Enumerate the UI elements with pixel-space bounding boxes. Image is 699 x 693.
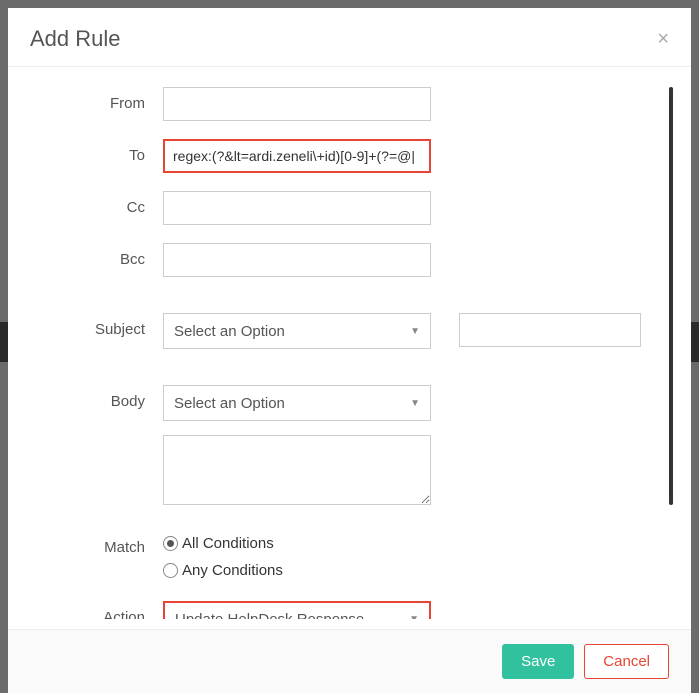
row-subject: Subject Select an Option ▼ [28,313,651,349]
scrollbar[interactable] [669,87,673,617]
match-radio-group: All Conditions Any Conditions [163,531,283,579]
chevron-down-icon: ▼ [410,326,420,337]
chevron-down-icon: ▼ [410,398,420,409]
radio-label-all: All Conditions [182,535,274,552]
save-button[interactable]: Save [502,644,574,679]
action-select[interactable]: Update HelpDesk Response ▼ [163,601,431,619]
radio-any-conditions[interactable]: Any Conditions [163,562,283,579]
subject-select-value: Select an Option [174,323,285,340]
body-select[interactable]: Select an Option ▼ [163,385,431,421]
modal-body: From To Cc Bcc [8,67,691,629]
radio-label-any: Any Conditions [182,562,283,579]
label-action: Action [28,601,163,619]
subject-select[interactable]: Select an Option ▼ [163,313,431,349]
from-input[interactable] [163,87,431,121]
row-match: Match All Conditions Any Conditions [28,531,651,579]
modal-footer: Save Cancel [8,629,691,693]
cancel-button[interactable]: Cancel [584,644,669,679]
scrollbar-thumb[interactable] [669,87,673,505]
row-bcc: Bcc [28,243,651,277]
radio-icon [163,563,178,578]
body-textarea[interactable] [163,435,431,505]
row-action: Action Update HelpDesk Response ▼ [28,601,651,619]
add-rule-modal: Add Rule × From To Cc [8,8,691,693]
action-select-value: Update HelpDesk Response [175,611,364,620]
label-cc: Cc [28,191,163,216]
chevron-down-icon: ▼ [409,614,419,620]
row-cc: Cc [28,191,651,225]
label-to: To [28,139,163,164]
row-body-text [28,435,651,505]
close-icon[interactable]: × [657,29,669,49]
subject-text-input[interactable] [459,313,641,347]
to-input[interactable] [163,139,431,173]
bcc-input[interactable] [163,243,431,277]
label-bcc: Bcc [28,243,163,268]
body-select-value: Select an Option [174,395,285,412]
label-subject: Subject [28,313,163,338]
row-from: From [28,87,651,121]
radio-icon [163,536,178,551]
label-body: Body [28,385,163,410]
cc-input[interactable] [163,191,431,225]
modal-title: Add Rule [30,26,121,52]
modal-header: Add Rule × [8,8,691,67]
row-body-select: Body Select an Option ▼ [28,385,651,421]
label-from: From [28,87,163,112]
label-match: Match [28,531,163,556]
scroll-area: From To Cc Bcc [8,87,691,619]
radio-all-conditions[interactable]: All Conditions [163,535,283,552]
row-to: To [28,139,651,173]
